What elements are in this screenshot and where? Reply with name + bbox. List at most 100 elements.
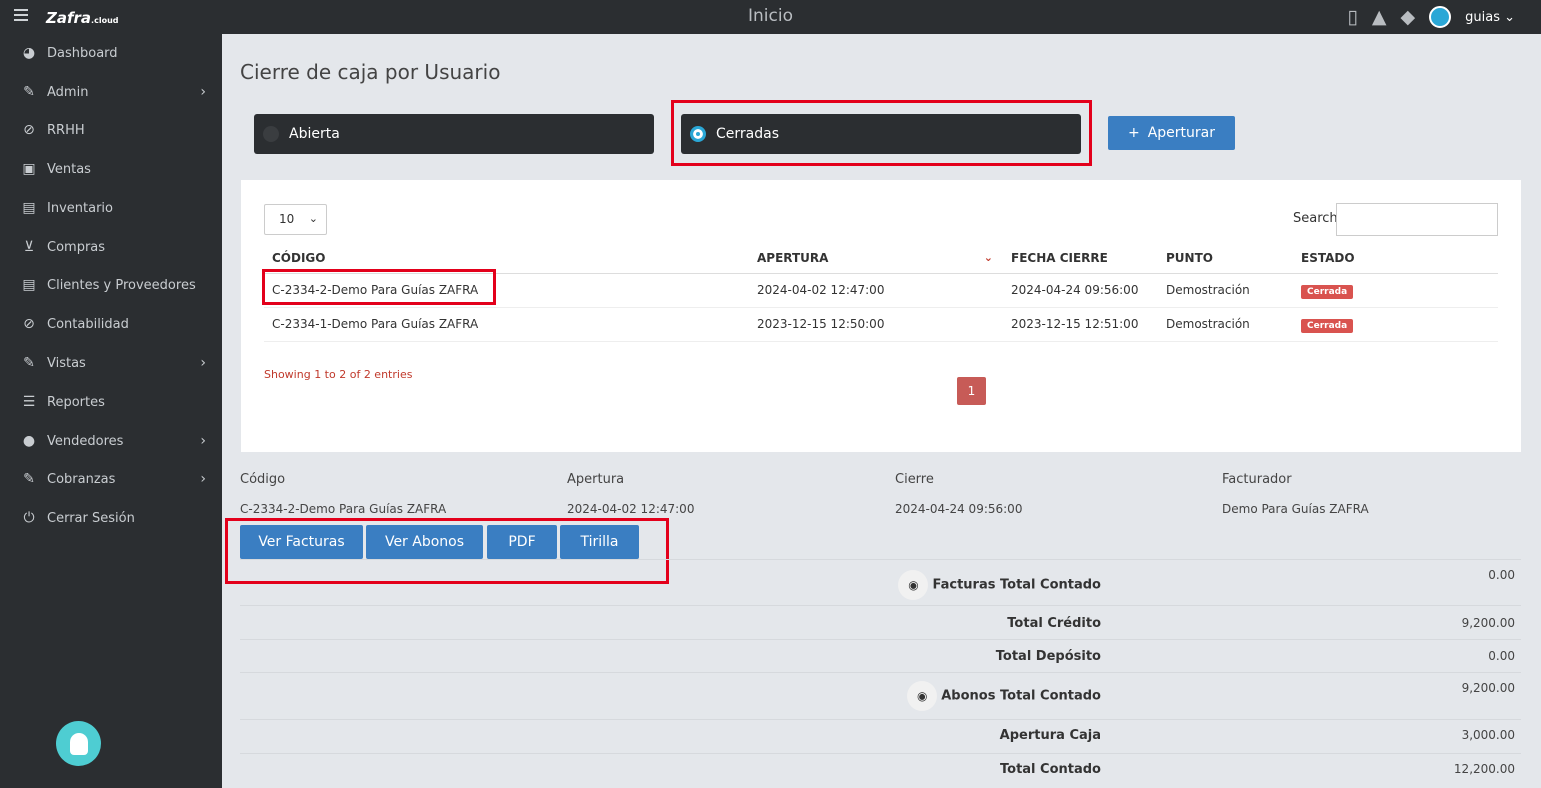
total-label: Total Contado <box>1000 762 1101 777</box>
total-value: 12,200.00 <box>1453 762 1515 776</box>
edit-icon: ✎ <box>23 355 35 371</box>
total-label: Total Depósito <box>995 649 1101 664</box>
highlight-box-row <box>262 269 496 305</box>
tab-abierta-label: Abierta <box>289 126 340 142</box>
sidebar-item-contabilidad[interactable]: ⊘ Contabilidad <box>20 313 210 335</box>
book-icon: ▤ <box>22 277 36 293</box>
detail-facturador-value: Demo Para Guías ZAFRA <box>1222 502 1369 516</box>
page-length-value: 10 <box>279 212 295 226</box>
sidebar-item-vistas[interactable]: ✎ Vistas › <box>20 352 210 374</box>
sidebar-item-cerrar-sesion[interactable]: ⏻ Cerrar Sesión <box>20 507 210 529</box>
pagination-page-1[interactable]: 1 <box>957 377 986 405</box>
lightbulb-help-button[interactable] <box>56 721 101 766</box>
search-label: Search: <box>1293 211 1343 226</box>
col-punto[interactable]: PUNTO <box>1158 244 1293 274</box>
col-estado[interactable]: ESTADO <box>1293 244 1498 274</box>
detail-codigo-label: Código <box>240 472 286 487</box>
sidebar-item-cobranzas[interactable]: ✎ Cobranzas › <box>20 468 210 490</box>
col-apertura[interactable]: APERTURA ⌄ <box>749 244 1003 274</box>
sidebar-item-label: Vistas <box>47 355 86 371</box>
top-bar-actions: ▯ ▲ ◆ guias ⌄ <box>1347 5 1515 29</box>
total-row-total-contado: Total Contado 12,200.00 <box>240 753 1521 787</box>
eye-icon[interactable]: ◉ <box>898 570 929 600</box>
sidebar-item-clientes[interactable]: ▤ Clientes y Proveedores <box>20 274 210 296</box>
page-title: Inicio <box>748 6 793 26</box>
sidebar-item-label: Ventas <box>47 161 91 177</box>
eye-icon[interactable]: ◉ <box>907 681 938 711</box>
chevron-right-icon: › <box>200 355 206 371</box>
total-row-facturas-contado: ◉ Facturas Total Contado 0.00 <box>240 559 1521 605</box>
tab-cerradas[interactable]: Cerradas <box>681 114 1081 154</box>
cart-icon: ⊻ <box>23 239 35 255</box>
sidebar-item-label: Vendedores <box>47 433 124 449</box>
table-row[interactable]: C-2334-1-Demo Para Guías ZAFRA 2023-12-1… <box>264 307 1498 342</box>
total-row-apertura-caja: Apertura Caja 3,000.00 <box>240 719 1521 753</box>
tab-abierta[interactable]: Abierta <box>254 114 654 154</box>
radio-abierta[interactable] <box>263 126 279 142</box>
radio-cerradas[interactable] <box>690 126 706 142</box>
top-bar: Zafra.cloud Inicio ▯ ▲ ◆ guias ⌄ <box>0 0 1541 34</box>
search-input[interactable] <box>1336 203 1498 236</box>
wrench-icon: ✎ <box>23 84 35 100</box>
sidebar-item-admin[interactable]: ✎ Admin › <box>20 81 210 103</box>
avatar[interactable] <box>1429 6 1452 28</box>
total-label: Apertura Caja <box>999 728 1101 743</box>
total-value: 9,200.00 <box>1461 681 1515 695</box>
plus-icon: + <box>1127 125 1140 141</box>
sidebar-item-ventas[interactable]: ▣ Ventas <box>20 158 210 180</box>
sidebar-item-rrhh[interactable]: ⊘ RRHH <box>20 119 210 141</box>
book-icon: ▤ <box>22 200 36 216</box>
sidebar-item-label: Admin <box>47 84 89 100</box>
paperclip-icon: ⊘ <box>23 316 35 332</box>
pdf-button[interactable]: PDF <box>487 525 557 559</box>
detail-cierre-value: 2024-04-24 09:56:00 <box>895 502 1023 516</box>
aperturar-button[interactable]: + Aperturar <box>1108 116 1235 150</box>
page-length-select[interactable]: 10 ⌄ <box>264 204 327 235</box>
sidebar-item-label: Reportes <box>47 394 105 410</box>
ver-abonos-button[interactable]: Ver Abonos <box>366 525 483 559</box>
total-label: ◉ Abonos Total Contado <box>907 681 1101 711</box>
graduation-cap-icon[interactable]: ▲ <box>1372 5 1387 29</box>
cell-cierre: 2024-04-24 09:56:00 <box>1003 273 1158 308</box>
table-info: Showing 1 to 2 of 2 entries <box>264 368 413 381</box>
chevron-right-icon: › <box>200 471 206 487</box>
sidebar-item-reportes[interactable]: ☰ Reportes <box>20 391 210 413</box>
cell-estado: Cerrada <box>1293 307 1498 342</box>
user-name: guias <box>1465 9 1500 25</box>
chevron-right-icon: › <box>200 84 206 100</box>
detail-cierre-label: Cierre <box>895 472 934 487</box>
power-icon: ⏻ <box>23 510 35 526</box>
sidebar: ◕ Dashboard ✎ Admin › ⊘ RRHH ▣ Ventas ▤ Invent… <box>0 34 222 788</box>
col-fecha-cierre[interactable]: FECHA CIERRE <box>1003 244 1158 274</box>
status-badge: Cerrada <box>1301 285 1354 299</box>
sidebar-item-label: Contabilidad <box>47 316 129 332</box>
tags-icon[interactable]: ◆ <box>1401 5 1416 29</box>
ver-facturas-button[interactable]: Ver Facturas <box>240 525 363 559</box>
user-menu[interactable]: guias ⌄ <box>1465 10 1515 25</box>
tab-cerradas-label: Cerradas <box>716 126 779 142</box>
main-content: Cierre de caja por Usuario Abierta Cerra… <box>222 34 1541 788</box>
cell-apertura: 2023-12-15 12:50:00 <box>749 307 1003 342</box>
dashboard-icon: ◕ <box>22 45 36 61</box>
total-row-abonos-contado: ◉ Abonos Total Contado 9,200.00 <box>240 672 1521 719</box>
cell-codigo[interactable]: C-2334-1-Demo Para Guías ZAFRA <box>264 307 749 342</box>
chevron-right-icon: › <box>200 433 206 449</box>
sidebar-item-label: Compras <box>47 239 106 255</box>
cell-cierre: 2023-12-15 12:51:00 <box>1003 307 1158 342</box>
sidebar-item-label: Dashboard <box>47 45 118 61</box>
sidebar-item-inventario[interactable]: ▤ Inventario <box>20 197 210 219</box>
sidebar-item-label: Clientes y Proveedores <box>47 277 196 293</box>
total-label: Total Crédito <box>1007 616 1101 631</box>
mobile-icon[interactable]: ▯ <box>1347 5 1357 29</box>
tirilla-button[interactable]: Tirilla <box>560 525 639 559</box>
detail-apertura-label: Apertura <box>567 472 625 487</box>
sidebar-item-vendedores[interactable]: ● Vendedores › <box>20 430 210 452</box>
page-heading: Cierre de caja por Usuario <box>240 60 501 84</box>
total-value: 0.00 <box>1488 649 1515 663</box>
sidebar-item-dashboard[interactable]: ◕ Dashboard <box>20 42 210 64</box>
cell-punto: Demostración <box>1158 273 1293 308</box>
total-value: 9,200.00 <box>1461 616 1515 630</box>
sidebar-item-compras[interactable]: ⊻ Compras <box>20 236 210 258</box>
list-icon: ☰ <box>22 394 36 410</box>
col-apertura-label: APERTURA <box>757 251 829 266</box>
